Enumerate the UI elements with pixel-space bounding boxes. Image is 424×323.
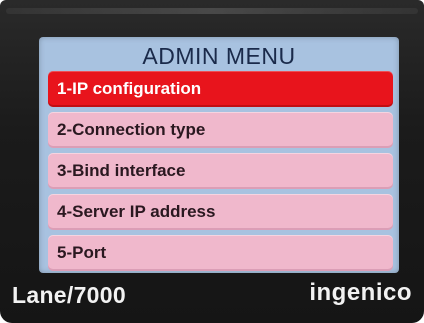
terminal-screen: ADMIN MENU 1-IP configuration 2-Connecti… (39, 37, 399, 273)
menu-title: ADMIN MENU (142, 43, 296, 69)
menu-item-ip-configuration[interactable]: 1-IP configuration (48, 71, 393, 107)
admin-menu-list: 1-IP configuration 2-Connection type 3-B… (48, 71, 393, 273)
payment-terminal: ADMIN MENU 1-IP configuration 2-Connecti… (0, 0, 424, 323)
device-model-label: Lane/7000 (12, 282, 126, 308)
menu-item-port[interactable]: 5-Port (48, 235, 393, 271)
brand-logo: ingenico (309, 279, 412, 306)
menu-item-label: 2-Connection type (57, 120, 206, 139)
menu-item-connection-type[interactable]: 2-Connection type (48, 112, 393, 148)
menu-item-server-ip-address[interactable]: 4-Server IP address (48, 194, 393, 230)
menu-item-label: 1-IP configuration (57, 79, 202, 98)
menu-item-label: 4-Server IP address (57, 202, 216, 221)
menu-item-bind-interface[interactable]: 3-Bind interface (48, 153, 393, 189)
device-top-edge (6, 8, 418, 14)
menu-item-label: 3-Bind interface (57, 161, 186, 180)
menu-item-label: 5-Port (57, 243, 107, 262)
